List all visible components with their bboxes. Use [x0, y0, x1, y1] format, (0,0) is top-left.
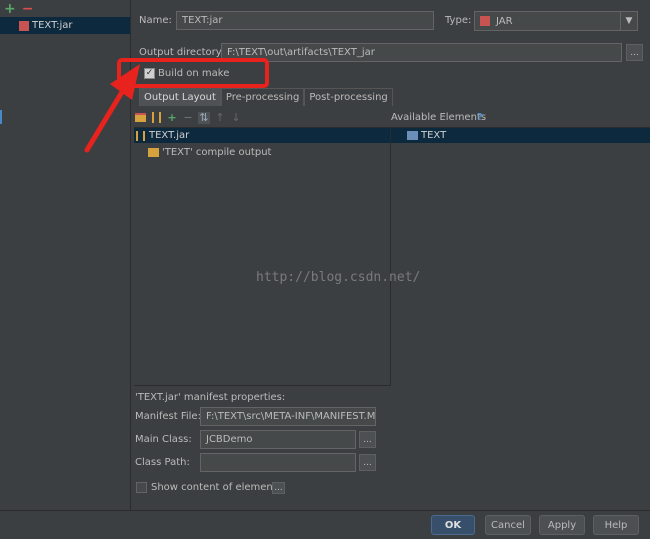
help-icon[interactable]: ? [477, 112, 483, 123]
manifest-file-label: Manifest File: [135, 411, 201, 422]
tab-post-processing[interactable]: Post-processing [304, 88, 393, 106]
add-element-icon[interactable]: + [166, 111, 178, 124]
module-folder-icon [407, 131, 418, 140]
output-directory-field[interactable]: F:\TEXT\out\artifacts\TEXT_jar [221, 43, 622, 62]
move-up-icon[interactable]: ↑ [214, 111, 226, 124]
type-label: Type: [445, 15, 472, 26]
annotation-arrow-head [110, 64, 140, 100]
name-field[interactable]: TEXT:jar [176, 11, 434, 30]
class-path-label: Class Path: [135, 457, 190, 468]
add-artifact-icon[interactable]: + [4, 2, 16, 16]
layout-split-divider[interactable] [390, 128, 391, 386]
output-directory-label: Output directory: [139, 47, 225, 58]
manifest-file-field[interactable]: F:\TEXT\src\META-INF\MANIFEST.MF [200, 407, 376, 426]
layout-tree-item-label: 'TEXT' compile output [162, 147, 272, 158]
layout-tree-item[interactable]: 'TEXT' compile output [148, 145, 271, 160]
main-class-field[interactable]: JCBDemo [200, 430, 356, 449]
artifact-list-item[interactable]: TEXT:jar [0, 17, 130, 34]
tab-pre-processing[interactable]: Pre-processing [220, 88, 305, 106]
layout-tree-item[interactable]: TEXT.jar [134, 128, 390, 143]
apply-button[interactable]: Apply [539, 515, 585, 535]
jar-artifact-icon [19, 20, 29, 31]
available-element-label: TEXT [421, 130, 447, 141]
manifest-properties-title: 'TEXT.jar' manifest properties: [135, 392, 286, 403]
artifact-tabs: Output Layout Pre-processing Post-proces… [139, 88, 393, 106]
annotation-arrow [84, 64, 140, 153]
remove-artifact-icon[interactable]: − [22, 2, 34, 16]
artifacts-toolbar: + − [4, 2, 33, 16]
sort-icon[interactable]: ⇅ [198, 111, 210, 124]
annotation-arrow-shaft [84, 84, 128, 153]
show-content-options-button[interactable]: ... [272, 482, 285, 494]
move-down-icon[interactable]: ↓ [230, 111, 242, 124]
artifact-list-label: TEXT:jar [32, 20, 73, 31]
create-archive-icon[interactable] [150, 112, 162, 124]
ok-button[interactable]: OK [431, 515, 475, 535]
browse-main-class-button[interactable]: ... [359, 431, 376, 448]
main-class-label: Main Class: [135, 434, 192, 445]
help-button[interactable]: Help [593, 515, 639, 535]
type-select-value: JAR [496, 15, 513, 27]
remove-element-icon[interactable]: − [182, 111, 194, 124]
show-content-label[interactable]: Show content of elements [151, 482, 282, 493]
tree-bottom-divider [134, 385, 390, 386]
class-path-field[interactable] [200, 453, 356, 472]
chevron-down-icon[interactable]: ▼ [620, 12, 637, 30]
jar-icon [480, 16, 490, 26]
available-elements-label: Available Elements [391, 112, 487, 123]
browse-class-path-button[interactable]: ... [359, 454, 376, 471]
name-label: Name: [139, 15, 172, 26]
tab-output-layout[interactable]: Output Layout [139, 88, 221, 106]
layout-toolbar: + − ⇅ ↑ ↓ [134, 110, 242, 125]
show-content-checkbox[interactable] [136, 482, 147, 493]
cancel-button[interactable]: Cancel [485, 515, 531, 535]
available-element-item[interactable]: TEXT [391, 128, 650, 143]
layout-tree-item-label: TEXT.jar [149, 130, 190, 141]
browse-output-directory-button[interactable]: ... [626, 44, 643, 61]
panel-edge-marker [0, 110, 2, 124]
type-select[interactable]: JAR ▼ [474, 11, 638, 31]
watermark-text: http://blog.csdn.net/ [256, 270, 421, 285]
